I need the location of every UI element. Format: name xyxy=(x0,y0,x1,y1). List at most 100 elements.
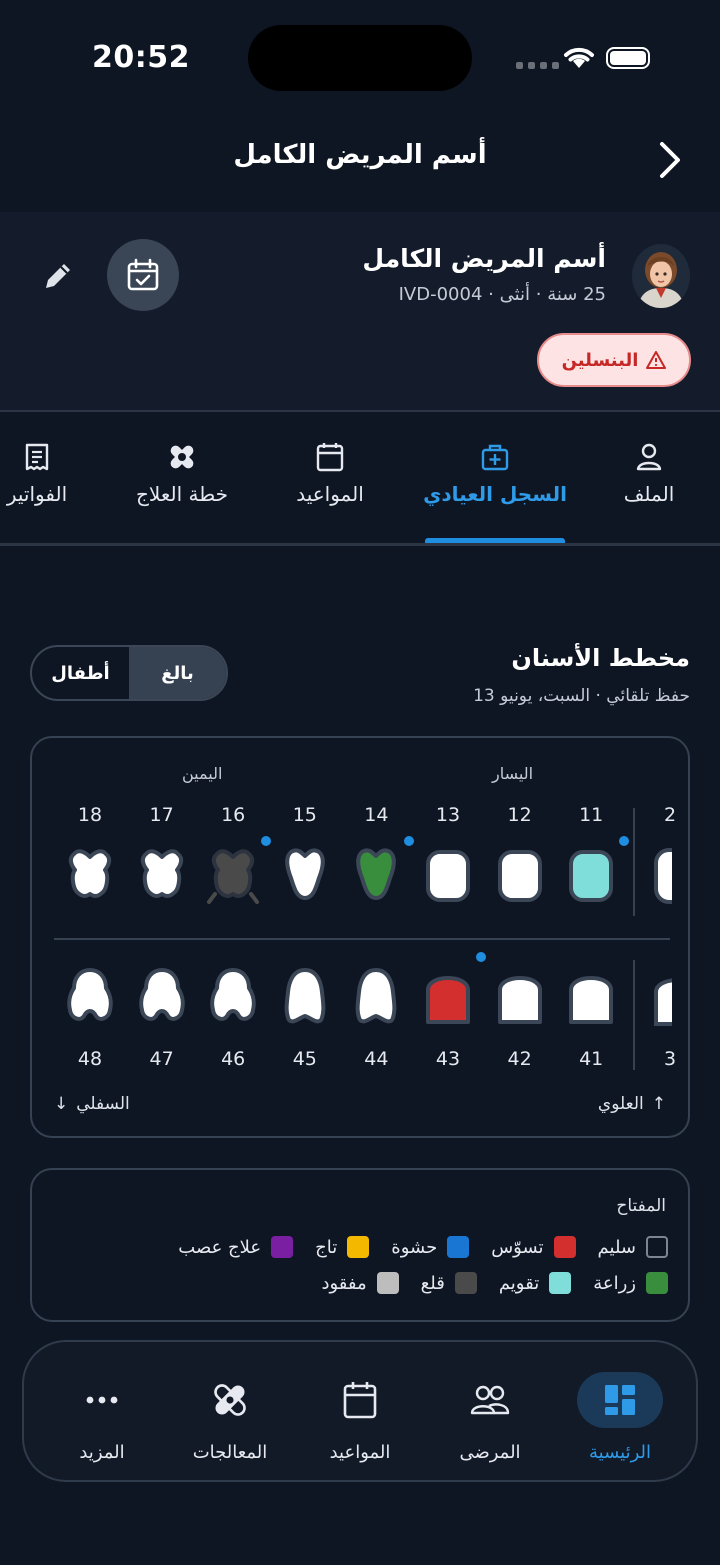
annotation-dot xyxy=(619,836,630,846)
legend-swatch xyxy=(271,1236,294,1258)
legend-item-healthy: سليم xyxy=(598,1236,668,1258)
people-icon xyxy=(426,1372,554,1428)
page-title: أسم المريض الكامل xyxy=(233,140,487,170)
legend-label: علاج عصب xyxy=(178,1236,262,1258)
bandage-icon xyxy=(166,1372,294,1428)
tooth-42[interactable] xyxy=(494,964,546,1028)
cellular-signal-icon xyxy=(516,62,559,69)
annotation-dot xyxy=(476,952,486,962)
legend-item-extraction: قلع xyxy=(421,1272,477,1294)
tooth-number: 45 xyxy=(292,1048,317,1070)
bandage-icon xyxy=(107,440,257,474)
legend-item-missing: مفقود xyxy=(321,1272,399,1294)
legend-label: تقويم xyxy=(498,1272,540,1294)
bottom-navigation: الرئيسية المرضى المواعيد المعالجات المزي… xyxy=(22,1340,698,1482)
patient-avatar xyxy=(632,244,690,308)
legend-item-implant: زراعة xyxy=(593,1272,668,1294)
nav-appointments[interactable]: المواعيد xyxy=(296,1372,424,1463)
tab-label: الملف xyxy=(623,482,675,506)
tooth-47[interactable] xyxy=(136,964,188,1028)
edit-pencil-icon[interactable] xyxy=(40,258,76,298)
allergy-badge: البنسلين xyxy=(537,333,691,387)
nav-label: المزيد xyxy=(79,1442,125,1463)
tooth-number: 18 xyxy=(77,804,103,826)
legend-label: قلع xyxy=(420,1272,445,1294)
side-right-label: اليمين xyxy=(182,764,223,783)
nav-label: المرضى xyxy=(459,1442,521,1463)
tooth-15[interactable] xyxy=(279,844,331,908)
tooth-45[interactable] xyxy=(279,964,331,1028)
tooth-18[interactable] xyxy=(64,844,116,908)
tab-label: المواعيد xyxy=(296,482,364,506)
tooth-number: 17 xyxy=(149,804,174,826)
legend-item-root-canal: علاج عصب xyxy=(178,1236,294,1258)
nav-home[interactable]: الرئيسية xyxy=(556,1372,684,1463)
child-option[interactable]: أطفال xyxy=(32,647,129,699)
tooth-number: 3 xyxy=(663,1048,677,1070)
tooth-48[interactable] xyxy=(64,964,116,1028)
legend-title: المفتاح xyxy=(616,1196,666,1216)
tooth-46[interactable] xyxy=(207,964,259,1028)
patient-name: أسم المريض الكامل xyxy=(362,244,606,273)
tooth-number: 2 xyxy=(663,804,677,826)
tabs-divider xyxy=(0,410,720,412)
arrow-up-icon: ↑ xyxy=(651,1094,666,1114)
battery-icon xyxy=(606,47,650,69)
back-chevron-icon[interactable] xyxy=(656,140,684,184)
tooth-14[interactable] xyxy=(350,844,402,908)
tooth-number: 16 xyxy=(221,804,246,826)
legend-swatch xyxy=(347,1236,370,1258)
adult-option[interactable]: بالغ xyxy=(129,647,226,699)
calendar-icon xyxy=(296,1372,424,1428)
tooth-number: 44 xyxy=(364,1048,389,1070)
legend-item-orthodontic: تقويم xyxy=(498,1272,572,1294)
dental-chart: اليمين اليسار 18 17 16 15 14 13 12 11 48 47 46 45 4… xyxy=(30,736,690,1138)
partial-tooth[interactable] xyxy=(652,966,672,1030)
tooth-43[interactable] xyxy=(422,964,474,1028)
midline-divider xyxy=(633,960,635,1070)
annotation-dot xyxy=(261,836,272,846)
tab-clinical-record[interactable]: السجل العيادي xyxy=(420,440,570,506)
status-time: 20:52 xyxy=(92,40,190,75)
tooth-44[interactable] xyxy=(350,964,402,1028)
nav-patients[interactable]: المرضى xyxy=(426,1372,554,1463)
nav-more[interactable]: المزيد xyxy=(38,1372,166,1463)
legend-label: سليم xyxy=(597,1236,636,1258)
tooth-12[interactable] xyxy=(494,844,546,908)
partial-tooth[interactable] xyxy=(652,844,672,908)
tab-label: خطة العلاج xyxy=(136,482,228,506)
legend-label: حشوة xyxy=(391,1236,438,1258)
tab-appointments[interactable]: المواعيد xyxy=(255,440,405,506)
tab-profile[interactable]: الملف xyxy=(574,440,720,506)
tab-label: السجل العيادي xyxy=(423,482,567,506)
legend-item-caries: تسوّس xyxy=(491,1236,576,1258)
tooth-16[interactable] xyxy=(207,844,260,908)
allergy-label: البنسلين xyxy=(561,349,639,371)
dashboard-icon xyxy=(577,1372,663,1428)
nav-label: المعالجات xyxy=(192,1442,268,1463)
legend-item-filling: حشوة xyxy=(391,1236,470,1258)
warning-icon xyxy=(646,351,667,369)
legend-label: تاج xyxy=(315,1236,338,1258)
patient-meta: 25 سنة · أنثى · IVD-0004 xyxy=(398,284,606,305)
tooth-number: 41 xyxy=(579,1048,604,1070)
nav-treatments[interactable]: المعالجات xyxy=(166,1372,294,1463)
tab-invoices[interactable]: الفواتير xyxy=(0,440,112,506)
dentition-toggle[interactable]: أطفال بالغ xyxy=(30,645,228,701)
arrow-down-icon: ↓ xyxy=(54,1094,69,1114)
tabs-bottom-divider xyxy=(0,543,720,546)
tooth-17[interactable] xyxy=(136,844,188,908)
tooth-41[interactable] xyxy=(565,964,617,1028)
tooth-number: 14 xyxy=(364,804,389,826)
tooth-number: 13 xyxy=(435,804,461,826)
legend-label: مفقود xyxy=(321,1272,367,1294)
dental-chart-subtitle: حفظ تلقائي · السبت، يونيو 13 xyxy=(473,686,690,706)
tooth-13[interactable] xyxy=(422,844,474,908)
schedule-button[interactable] xyxy=(107,239,179,311)
tab-treatment-plan[interactable]: خطة العلاج xyxy=(107,440,257,506)
tooth-11[interactable] xyxy=(565,844,617,908)
jaw-divider xyxy=(54,938,670,940)
wifi-icon xyxy=(562,44,596,74)
dental-chart-title: مخطط الأسنان xyxy=(511,644,690,672)
tooth-number: 42 xyxy=(507,1048,532,1070)
